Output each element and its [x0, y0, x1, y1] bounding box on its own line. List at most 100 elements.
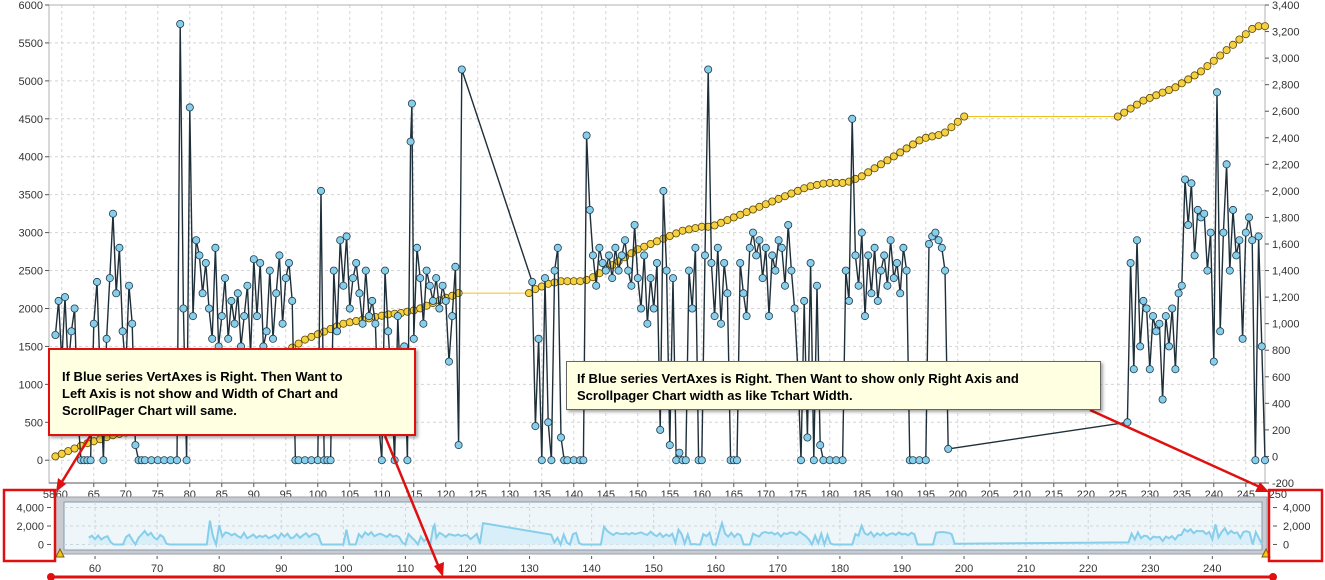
pager-left-tick-label: 0: [38, 539, 44, 551]
series-point: [61, 293, 70, 302]
series-point: [361, 266, 370, 275]
series-point: [105, 274, 114, 283]
series-point: [428, 296, 437, 305]
series-point: [1235, 35, 1244, 44]
series-point: [240, 312, 249, 321]
series-point: [1216, 51, 1225, 60]
series-point: [316, 186, 325, 195]
series-point: [70, 304, 79, 313]
series-point: [534, 334, 543, 343]
left-axis-tick-label: 0: [37, 455, 43, 467]
series-point: [339, 281, 348, 290]
left-callout-line-1: If Blue series VertAxes is Right. Then W…: [62, 369, 343, 384]
series-point: [265, 266, 274, 275]
series-point: [662, 266, 671, 275]
series-point: [889, 152, 898, 161]
series-point: [54, 296, 63, 305]
series-point: [352, 258, 361, 267]
series-point: [886, 236, 895, 245]
series-point: [813, 281, 822, 290]
series-point: [172, 456, 181, 465]
series-point: [1209, 56, 1218, 65]
series-point: [1222, 46, 1231, 55]
series-point: [816, 441, 825, 450]
series-point: [877, 266, 886, 275]
series-point: [1238, 334, 1247, 343]
series-point: [403, 456, 412, 465]
series-point: [1216, 327, 1225, 336]
series-point: [275, 251, 284, 260]
series-point: [777, 243, 786, 252]
series-point: [921, 456, 930, 465]
series-point: [195, 251, 204, 260]
series-point: [845, 296, 854, 305]
series-point: [125, 281, 134, 290]
series-point: [99, 456, 108, 465]
series-point: [864, 251, 873, 260]
right-axis-tick-label: 400: [1272, 398, 1290, 410]
left-callout-arrowhead-width: [434, 562, 444, 577]
pager-left-tick-label: 2,000: [16, 521, 44, 533]
series-point: [889, 274, 898, 283]
right-axis-tick-label: 1,200: [1272, 292, 1300, 304]
series-point: [701, 251, 710, 260]
series-point: [611, 243, 620, 252]
series-point: [1165, 342, 1174, 351]
series-point: [669, 274, 678, 283]
series-point: [128, 319, 137, 328]
series-point: [412, 243, 421, 252]
series-point: [294, 339, 303, 348]
series-point: [902, 266, 911, 275]
series-point: [681, 456, 690, 465]
right-axis-tick-label: 3,400: [1272, 0, 1300, 12]
right-callout-line-2: Scrollpager Chart width as like Tchart W…: [577, 388, 853, 403]
series-point: [643, 319, 652, 328]
series-point: [883, 281, 892, 290]
scroll-pager-chart[interactable]: 0 2,000 4,000 0 2,000 4,000 60 70 80 90 100 110 12…: [16, 496, 1311, 575]
left-axis-tick-label: 3000: [19, 228, 43, 240]
series-point: [857, 228, 866, 237]
right-axis-tick-label: 2,400: [1272, 133, 1300, 145]
series-point: [1261, 22, 1270, 31]
series-point: [284, 258, 293, 267]
series-point: [851, 251, 860, 260]
series-point: [720, 258, 729, 267]
left-callout-line-3: ScrollPager Chart will same.: [62, 403, 237, 418]
series-point: [896, 148, 905, 157]
series-point: [432, 274, 441, 283]
series-point: [809, 456, 818, 465]
left-axis-tick-label: 500: [25, 417, 43, 429]
series-point: [595, 243, 604, 252]
series-point: [1149, 312, 1158, 321]
series-point: [345, 318, 354, 327]
series-point: [601, 266, 610, 275]
series-point: [93, 277, 102, 286]
left-callout-line-2: Left Axis is not show and Width of Chart…: [62, 386, 339, 401]
series-point: [678, 226, 687, 235]
series-point: [393, 312, 402, 321]
pager-left-axis: 0 2,000 4,000: [16, 503, 51, 551]
series-point: [813, 180, 822, 189]
series-point: [953, 117, 962, 126]
series-point: [1177, 79, 1186, 88]
right-callout-note: If Blue series VertAxes is Right. Then W…: [566, 361, 1101, 410]
series-point: [278, 319, 287, 328]
series-point: [438, 281, 447, 290]
series-point: [1184, 75, 1193, 84]
series-point: [1139, 296, 1148, 305]
series-point: [902, 144, 911, 153]
right-axis-tick-label: 1,000: [1272, 319, 1300, 331]
series-point: [89, 319, 98, 328]
series-point: [576, 277, 585, 286]
series-point: [941, 266, 950, 275]
series-point: [854, 281, 863, 290]
series-point: [188, 312, 197, 321]
series-point: [224, 334, 233, 343]
left-axis-tick-label: 1500: [19, 341, 43, 353]
series-point: [771, 266, 780, 275]
series-point: [326, 456, 335, 465]
right-axis-tick-label: 3,200: [1272, 27, 1300, 39]
series-point: [217, 312, 226, 321]
right-axis-tick-label: 1,400: [1272, 266, 1300, 278]
series-point: [416, 274, 425, 283]
